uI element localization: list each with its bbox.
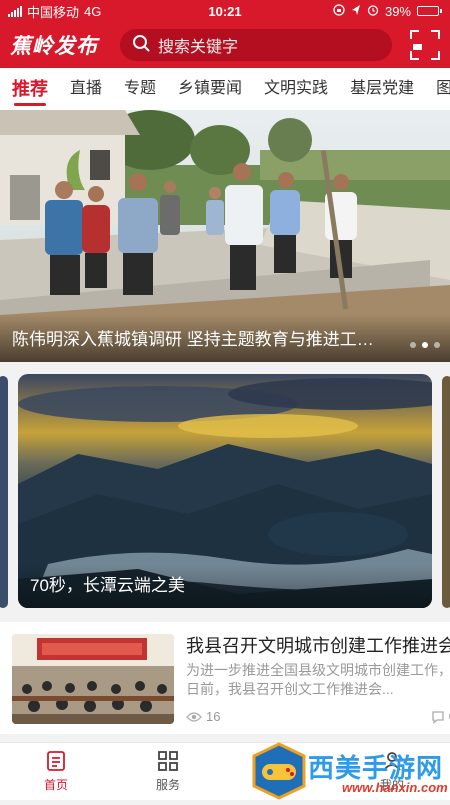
video-card[interactable]: 70秒，长潭云端之美 (18, 374, 432, 608)
tab-civilization[interactable]: 文明实践 (264, 68, 328, 110)
news-thumbnail (12, 634, 174, 724)
nav-services[interactable]: 服务 (112, 743, 224, 800)
search-placeholder: 搜索关键字 (158, 39, 239, 56)
nav-home-label: 首页 (43, 778, 68, 792)
location-icon (351, 4, 361, 19)
status-bar: 中国移动 4G 10:21 39% (0, 0, 450, 22)
search-input[interactable]: 搜索关键字 (120, 29, 392, 61)
tab-live[interactable]: 直播 (70, 68, 102, 110)
news-summary: 为进一步推进全国县级文明城市创建工作，日前，我县召开创文工作推进会... (186, 662, 450, 697)
carousel-dot (434, 342, 440, 348)
comment-count[interactable]: 0 (431, 709, 450, 724)
tab-topics[interactable]: 专题 (124, 68, 156, 110)
next-card-peek[interactable] (442, 376, 450, 608)
view-count: 16 (186, 709, 220, 724)
carousel-dot (410, 342, 416, 348)
watermark-url: www.hanxin.com (342, 780, 448, 795)
battery-percent: 39% (384, 3, 411, 19)
tab-more[interactable]: 图 (436, 68, 450, 110)
prev-card-peek[interactable] (0, 376, 8, 608)
hero-caption: 陈伟明深入蕉城镇调研 坚持主题教育与推进工作相结合 (0, 314, 450, 362)
comment-icon (432, 710, 444, 724)
clock: 10:21 (208, 3, 242, 19)
grid-icon (158, 751, 178, 771)
carrier-label: 中国移动 (27, 4, 80, 20)
eye-icon (186, 711, 202, 722)
video-carousel: 70秒，长潭云端之美 (0, 362, 450, 620)
nav-services-label: 服务 (155, 778, 180, 792)
video-caption: 70秒，长潭云端之美 (18, 564, 432, 608)
signal-icon (8, 5, 22, 17)
hero-banner[interactable]: 陈伟明深入蕉城镇调研 坚持主题教育与推进工作相结合 (0, 110, 450, 362)
news-item[interactable]: 我县召开文明城市创建工作推进会 为进一步推进全国县级文明城市创建工作，日前，我县… (0, 622, 450, 734)
alarm-icon (367, 4, 379, 19)
news-title: 我县召开文明城市创建工作推进会 (186, 636, 450, 656)
home-doc-icon (47, 751, 65, 771)
carousel-dot-active (422, 342, 428, 348)
nav-home[interactable]: 首页 (0, 743, 112, 800)
network-label: 4G (84, 3, 102, 19)
battery-icon (417, 6, 442, 16)
site-watermark: 西美手游网 www.hanxin.com (250, 742, 450, 800)
app-header: 蕉岭发布 搜索关键字 (0, 22, 450, 68)
carousel-dots (410, 342, 440, 348)
tab-recommend[interactable]: 推荐 (12, 68, 48, 110)
search-icon (132, 34, 150, 57)
tab-town-news[interactable]: 乡镇要闻 (178, 68, 242, 110)
app-logo: 蕉岭发布 (10, 33, 98, 58)
tab-party-building[interactable]: 基层党建 (350, 68, 414, 110)
gamepad-logo-icon (252, 742, 306, 800)
channel-tabs: 推荐 直播 专题 乡镇要闻 文明实践 基层党建 图 (0, 68, 450, 110)
scan-icon[interactable] (410, 30, 440, 60)
view-count-value: 16 (206, 709, 221, 724)
lock-rotation-icon (333, 3, 345, 19)
